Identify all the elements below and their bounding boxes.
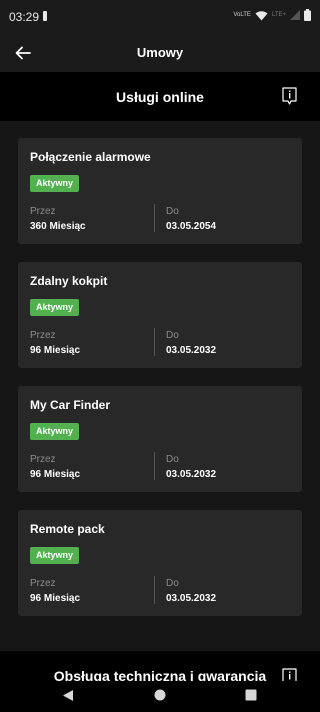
period-label: Przez	[30, 206, 56, 217]
service-title: Remote pack	[30, 522, 105, 536]
services-list: Połączenie alarmowe Aktywny Przez 360 Mi…	[0, 121, 320, 651]
volte-indicator: VoLTE	[233, 12, 251, 18]
period-value: 96 Miesiąc	[30, 469, 81, 480]
period-label: Przez	[30, 454, 56, 465]
status-badge: Aktywny	[30, 175, 80, 192]
section-header: Usługi online	[0, 72, 320, 121]
lte-indicator: LTE+	[271, 12, 286, 18]
service-card-remote-pack[interactable]: Remote pack Aktywny Przez 96 Miesiąc Do …	[18, 510, 302, 616]
period-label: Przez	[30, 578, 56, 589]
divider	[154, 576, 155, 604]
section-title: Obsługa techniczna i gwarancja	[53, 668, 267, 681]
status-badge: Aktywny	[30, 299, 80, 316]
system-nav-bar	[0, 681, 320, 712]
status-bar: 03:29 VoLTE LTE+	[0, 0, 320, 36]
nav-back-icon[interactable]	[62, 689, 74, 702]
period-value: 96 Miesiąc	[30, 593, 81, 604]
status-badge: Aktywny	[30, 547, 80, 564]
status-badge: Aktywny	[30, 423, 80, 440]
end-date-value: 03.05.2054	[166, 221, 217, 232]
status-time: 03:29	[9, 10, 40, 24]
period-label: Przez	[30, 330, 56, 341]
period-value: 96 Miesiąc	[30, 345, 81, 356]
app-header: Umowy	[0, 36, 320, 72]
end-label: Do	[166, 330, 179, 341]
divider	[154, 452, 155, 480]
end-label: Do	[166, 578, 179, 589]
notification-icon	[43, 11, 47, 21]
end-label: Do	[166, 454, 179, 465]
service-title: Zdalny kokpit	[30, 274, 108, 288]
wifi-icon	[255, 10, 268, 20]
end-date-value: 03.05.2032	[166, 469, 217, 480]
end-date-value: 03.05.2032	[166, 345, 217, 356]
end-label: Do	[166, 206, 179, 217]
section-header-technical-service[interactable]: Obsługa techniczna i gwarancja	[0, 651, 320, 681]
battery-icon	[304, 9, 311, 21]
divider	[154, 204, 155, 232]
info-icon[interactable]	[282, 668, 297, 681]
service-card-emergency-call[interactable]: Połączenie alarmowe Aktywny Przez 360 Mi…	[18, 138, 302, 244]
signal-icon	[290, 10, 300, 20]
end-date-value: 03.05.2032	[166, 593, 217, 604]
service-card-remote-cockpit[interactable]: Zdalny kokpit Aktywny Przez 96 Miesiąc D…	[18, 262, 302, 368]
page-title: Umowy	[136, 45, 184, 60]
service-title: My Car Finder	[30, 398, 111, 412]
service-card-my-car-finder[interactable]: My Car Finder Aktywny Przez 96 Miesiąc D…	[18, 386, 302, 492]
info-icon[interactable]	[282, 87, 297, 106]
nav-home-icon[interactable]	[154, 689, 166, 701]
section-title: Usługi online	[116, 89, 204, 105]
service-title: Połączenie alarmowe	[30, 150, 151, 164]
nav-recents-icon[interactable]	[245, 689, 257, 701]
status-icons: VoLTE LTE+	[233, 9, 311, 21]
divider	[154, 328, 155, 356]
period-value: 360 Miesiąc	[30, 221, 86, 232]
